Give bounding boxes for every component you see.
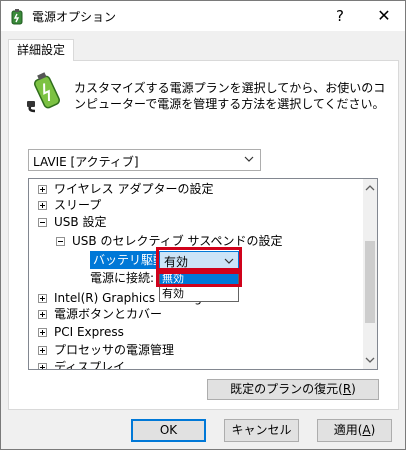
scroll-down-icon[interactable]: [363, 353, 377, 367]
apply-button[interactable]: 適用(A): [317, 419, 392, 442]
power-options-dialog: 電源オプション ? ✕ 詳細設定 カスタマイズする電源プランを選択してから、お使…: [0, 0, 406, 450]
cancel-button[interactable]: キャンセル: [224, 419, 299, 442]
dropdown-option-enabled[interactable]: 有効: [160, 287, 238, 301]
tree-item-label: プロセッサの電源管理: [54, 343, 175, 357]
power-plan-select[interactable]: LAVIE [アクティブ]: [28, 149, 261, 171]
tree-item-label: ディスプレイ: [54, 360, 126, 369]
help-button[interactable]: ?: [327, 4, 353, 28]
apply-access-key: A: [362, 423, 371, 437]
scrollbar-thumb[interactable]: [365, 241, 375, 323]
expand-icon[interactable]: [38, 201, 47, 210]
scroll-up-icon[interactable]: [363, 181, 377, 195]
collapse-icon[interactable]: [38, 218, 47, 227]
close-button[interactable]: ✕: [371, 4, 397, 28]
expand-icon[interactable]: [38, 346, 47, 355]
tree-item-label: ワイヤレス アダプターの設定: [54, 182, 214, 196]
tree-item-label: 電源に接続:: [90, 271, 155, 285]
tree-item-label: スリープ: [54, 198, 102, 212]
expand-icon[interactable]: [38, 185, 47, 194]
expand-icon[interactable]: [38, 294, 47, 303]
battery-plug-icon: [27, 72, 61, 113]
chevron-down-icon: [244, 156, 254, 162]
power-plan-value: LAVIE [アクティブ]: [33, 155, 139, 169]
description-text: カスタマイズする電源プランを選択してから、お使いのコンピューターで電源を管理する…: [74, 81, 386, 111]
title-bar: 電源オプション ? ✕: [1, 1, 405, 31]
restore-defaults-button[interactable]: 既定のプランの復元(R): [207, 379, 379, 400]
restore-access-key: R: [342, 382, 352, 396]
settings-tree-content: ワイヤレス アダプターの設定 スリープ USB 設定 USB のセレクティブ サ…: [29, 179, 363, 369]
tab-advanced-settings[interactable]: 詳細設定: [8, 39, 74, 61]
tree-item-label: 電源ボタンとカバー: [54, 307, 163, 321]
power-options-icon: [11, 9, 23, 25]
tree-item-plugged-in[interactable]: 電源に接続:: [90, 270, 154, 287]
settings-tree[interactable]: ワイヤレス アダプターの設定 スリープ USB 設定 USB のセレクティブ サ…: [28, 178, 378, 370]
expand-icon[interactable]: [38, 328, 47, 337]
collapse-icon[interactable]: [56, 237, 65, 246]
vertical-scrollbar[interactable]: [363, 179, 377, 369]
expand-icon[interactable]: [38, 310, 47, 319]
highlight-box-option: [156, 268, 242, 287]
restore-defaults-label: 既定のプランの復元: [230, 382, 339, 396]
apply-label: 適用: [333, 423, 358, 437]
expand-icon[interactable]: [38, 363, 47, 369]
ok-button[interactable]: OK: [131, 419, 206, 442]
tree-item-label: PCI Express: [54, 325, 124, 339]
tree-item-label: USB 設定: [54, 215, 107, 229]
window-title: 電源オプション: [32, 10, 117, 24]
